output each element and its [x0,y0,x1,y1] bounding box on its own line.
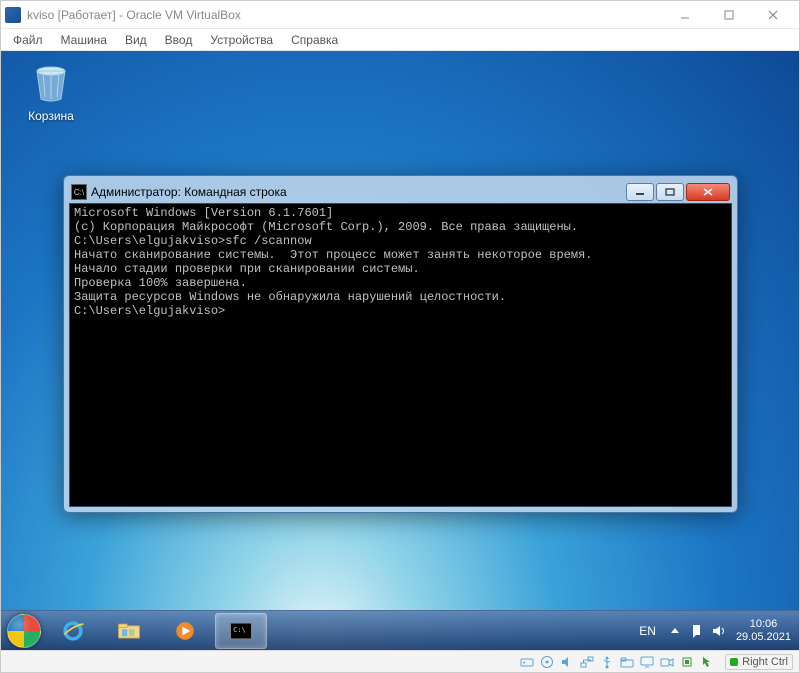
maximize-button[interactable] [707,1,751,29]
status-shared-folders-icon[interactable] [619,654,635,670]
taskbar-media-player[interactable] [159,613,211,649]
cmd-maximize-button[interactable] [656,183,684,201]
clock-date: 29.05.2021 [736,631,791,644]
media-player-icon [171,619,199,643]
menu-help[interactable]: Справка [283,31,346,49]
cmd-window[interactable]: C:\ Администратор: Командная строка [63,175,738,513]
host-key-label: Right Ctrl [742,656,788,668]
minimize-icon [635,188,645,196]
system-tray: EN 10:06 29.05.2021 [635,618,797,644]
status-hdd-icon[interactable] [519,654,535,670]
cmd-line: C:\Users\elgujakviso>sfc /scannow [74,234,727,248]
close-button[interactable] [751,1,795,29]
vbox-statusbar: Right Ctrl [1,650,799,672]
host-key-indicator[interactable]: Right Ctrl [725,654,793,670]
cmd-line: Начато сканирование системы. Этот процес… [74,248,727,262]
cmd-output[interactable]: Microsoft Windows [Version 6.1.7601](c) … [69,203,732,507]
internet-explorer-icon [59,619,87,643]
host-key-dot-icon [730,658,738,666]
menu-devices[interactable]: Устройства [202,31,281,49]
recycle-bin-label: Корзина [13,109,89,123]
maximize-icon [724,10,734,20]
volume-icon[interactable] [712,624,728,638]
close-icon [768,10,778,20]
status-optical-icon[interactable] [539,654,555,670]
vbox-titlebar[interactable]: kviso [Работает] - Oracle VM VirtualBox [1,1,799,29]
cmd-line: Проверка 100% завершена. [74,276,727,290]
taskbar-cmd[interactable]: C:\ [215,613,267,649]
cmd-title: Администратор: Командная строка [91,185,626,199]
maximize-icon [665,188,675,196]
status-network-icon[interactable] [579,654,595,670]
taskbar-ie[interactable] [47,613,99,649]
status-mouse-integration-icon[interactable] [699,654,715,670]
status-audio-icon[interactable] [559,654,575,670]
status-recording-icon[interactable] [659,654,675,670]
taskbar: C:\ EN 10:06 29.05.2021 [1,610,799,650]
close-icon [702,187,714,197]
cmd-line: (c) Корпорация Майкрософт (Microsoft Cor… [74,220,727,234]
tray-chevron-icon[interactable] [668,624,682,638]
cmd-minimize-button[interactable] [626,183,654,201]
cmd-line: Защита ресурсов Windows не обнаружила на… [74,290,727,304]
cmd-line: C:\Users\elgujakviso> [74,304,727,318]
cmd-icon: C:\ [71,184,87,200]
cmd-titlebar[interactable]: C:\ Администратор: Командная строка [69,181,732,203]
cmd-icon: C:\ [227,619,255,643]
file-explorer-icon [115,619,143,643]
minimize-button[interactable] [663,1,707,29]
status-processor-icon[interactable] [679,654,695,670]
recycle-bin[interactable]: Корзина [13,59,89,123]
minimize-icon [680,10,690,20]
windows-desktop[interactable]: Корзина C:\ Администратор: Командная стр… [1,51,799,650]
virtualbox-window: kviso [Работает] - Oracle VM VirtualBox … [0,0,800,673]
cmd-close-button[interactable] [686,183,730,201]
menu-input[interactable]: Ввод [157,31,201,49]
action-center-icon[interactable] [690,624,704,638]
status-usb-icon[interactable] [599,654,615,670]
cmd-line: Начало стадии проверки при сканировании … [74,262,727,276]
clock-time: 10:06 [736,618,791,631]
clock[interactable]: 10:06 29.05.2021 [736,618,791,644]
menu-file[interactable]: Файл [5,31,51,49]
guest-display[interactable]: Корзина C:\ Администратор: Командная стр… [1,51,799,650]
language-indicator[interactable]: EN [635,622,660,640]
virtualbox-icon [5,7,21,23]
cmd-line: Microsoft Windows [Version 6.1.7601] [74,206,727,220]
recycle-bin-icon [27,59,75,107]
vbox-menubar: Файл Машина Вид Ввод Устройства Справка [1,29,799,51]
vbox-title: kviso [Работает] - Oracle VM VirtualBox [27,8,663,22]
taskbar-explorer[interactable] [103,613,155,649]
windows-logo-icon [7,614,41,648]
svg-text:C:\: C:\ [233,625,246,633]
menu-view[interactable]: Вид [117,31,155,49]
start-button[interactable] [3,612,45,650]
menu-machine[interactable]: Машина [53,31,115,49]
status-display-icon[interactable] [639,654,655,670]
